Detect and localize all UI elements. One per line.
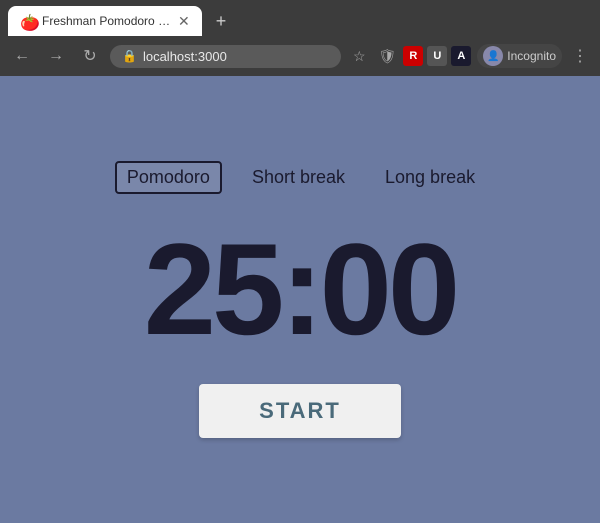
app-content: Pomodoro Short break Long break 25:00 ST… [0,76,600,523]
browser-menu-button[interactable]: ⋮ [568,42,592,70]
extension-icon-3[interactable]: A [451,46,471,66]
mode-buttons: Pomodoro Short break Long break [115,161,485,194]
long-break-mode-button[interactable]: Long break [375,163,485,192]
address-bar: ← → ↻ 🔒 localhost:3000 ☆ 🛡 R U A 👤 Incog… [0,36,600,76]
tab-favicon: 🍅 [20,13,36,29]
lock-icon: 🔒 [122,49,137,63]
browser-chrome: 🍅 Freshman Pomodoro Clo... ✕ + ← → ↻ 🔒 l… [0,0,600,76]
back-button[interactable]: ← [8,42,36,70]
active-tab[interactable]: 🍅 Freshman Pomodoro Clo... ✕ [8,6,202,36]
start-button[interactable]: START [199,384,401,438]
forward-button[interactable]: → [42,42,70,70]
url-text: localhost:3000 [143,49,227,64]
reload-button[interactable]: ↻ [76,42,104,70]
tab-title: Freshman Pomodoro Clo... [42,14,172,28]
bookmark-icon[interactable]: ☆ [347,44,371,68]
pomodoro-mode-button[interactable]: Pomodoro [115,161,222,194]
tab-close-button[interactable]: ✕ [178,14,190,28]
toolbar-icons: ☆ 🛡 R U A [347,44,471,68]
short-break-mode-button[interactable]: Short break [242,163,355,192]
extension-icon-1[interactable]: R [403,46,423,66]
tab-bar: 🍅 Freshman Pomodoro Clo... ✕ + [0,0,600,36]
profile-button[interactable]: 👤 Incognito [477,44,562,68]
profile-label: Incognito [507,49,556,63]
new-tab-button[interactable]: + [210,9,233,34]
timer-display: 25:00 [144,224,457,354]
url-bar[interactable]: 🔒 localhost:3000 [110,45,341,68]
extension-icon-shield[interactable]: 🛡 [375,44,399,68]
avatar: 👤 [483,46,503,66]
extension-icon-2[interactable]: U [427,46,447,66]
